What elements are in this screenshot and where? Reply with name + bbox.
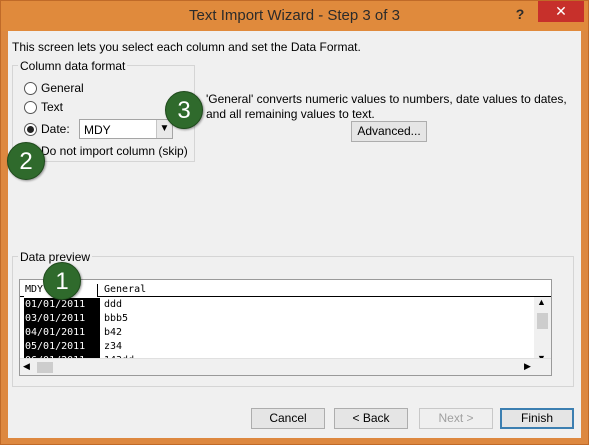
preview-row: 05/01/2011 z34 [24,340,539,354]
title-bar[interactable]: Text Import Wizard - Step 3 of 3 ? ✕ [1,1,588,31]
preview-cell[interactable]: b42 [100,326,122,340]
scrollbar-thumb-horizontal[interactable] [37,362,53,373]
radio-text-label: Text [41,100,64,114]
preview-cell[interactable]: bbb5 [100,312,128,326]
radio-date-circle[interactable] [24,122,37,136]
radio-skip-label: Do not import column (skip) [41,144,188,158]
text-import-wizard-window: Text Import Wizard - Step 3 of 3 ? ✕ Thi… [0,0,589,445]
next-button[interactable]: Next > [419,408,493,429]
preview-row: 01/01/2011 ddd [24,298,539,312]
radio-date-label: Date: [41,122,70,136]
callout-marker-3: 3 [165,91,203,129]
preview-cell[interactable]: 05/01/2011 [24,340,100,354]
radio-date[interactable]: Date: [24,122,70,136]
scrollbar-thumb[interactable] [537,313,548,329]
preview-cell[interactable]: 03/01/2011 [24,312,100,326]
callout-marker-1: 1 [43,262,81,300]
preview-row: 04/01/2011 b42 [24,326,539,340]
preview-cell[interactable]: ddd [100,298,122,312]
data-preview-grid[interactable]: MDY General 01/01/2011 ddd 03/01/2011 bb… [19,279,552,376]
cancel-button[interactable]: Cancel [251,408,325,429]
date-format-select[interactable]: MDY ▼ [79,119,173,139]
radio-text[interactable]: Text [24,100,63,114]
date-format-value: MDY [84,123,111,137]
data-preview-title: Data preview [18,250,93,264]
radio-general[interactable]: General [24,81,84,95]
scroll-right-icon[interactable]: ▶ [524,361,531,372]
radio-text-circle[interactable] [24,100,37,114]
preview-cell[interactable]: 04/01/2011 [24,326,100,340]
format-description: 'General' converts numeric values to num… [206,92,567,121]
column-data-format-title: Column data format [18,59,128,73]
window-title: Text Import Wizard - Step 3 of 3 [189,7,400,24]
intro-text: This screen lets you select each column … [12,40,361,54]
advanced-button[interactable]: Advanced... [351,121,427,142]
close-button[interactable]: ✕ [538,1,584,22]
horizontal-scrollbar[interactable]: ◀ ▶ [20,358,551,375]
help-button[interactable]: ? [509,3,531,25]
preview-header: MDY General [20,280,551,297]
preview-cell[interactable]: z34 [100,340,122,354]
scroll-up-icon[interactable]: ▲ [537,297,546,307]
preview-cell[interactable]: 01/01/2011 [24,298,100,312]
callout-marker-2: 2 [7,142,45,180]
radio-general-circle[interactable] [24,81,37,95]
radio-skip[interactable]: Do not import column (skip) [24,144,188,158]
back-button[interactable]: < Back [334,408,408,429]
radio-general-label: General [41,81,84,95]
preview-header-col2[interactable]: General [104,284,146,295]
scroll-left-icon[interactable]: ◀ [23,361,30,372]
dialog-body: This screen lets you select each column … [7,31,581,438]
finish-button[interactable]: Finish [500,408,574,429]
preview-row: 03/01/2011 bbb5 [24,312,539,326]
vertical-scrollbar[interactable]: ▲ ▼ [534,297,551,367]
